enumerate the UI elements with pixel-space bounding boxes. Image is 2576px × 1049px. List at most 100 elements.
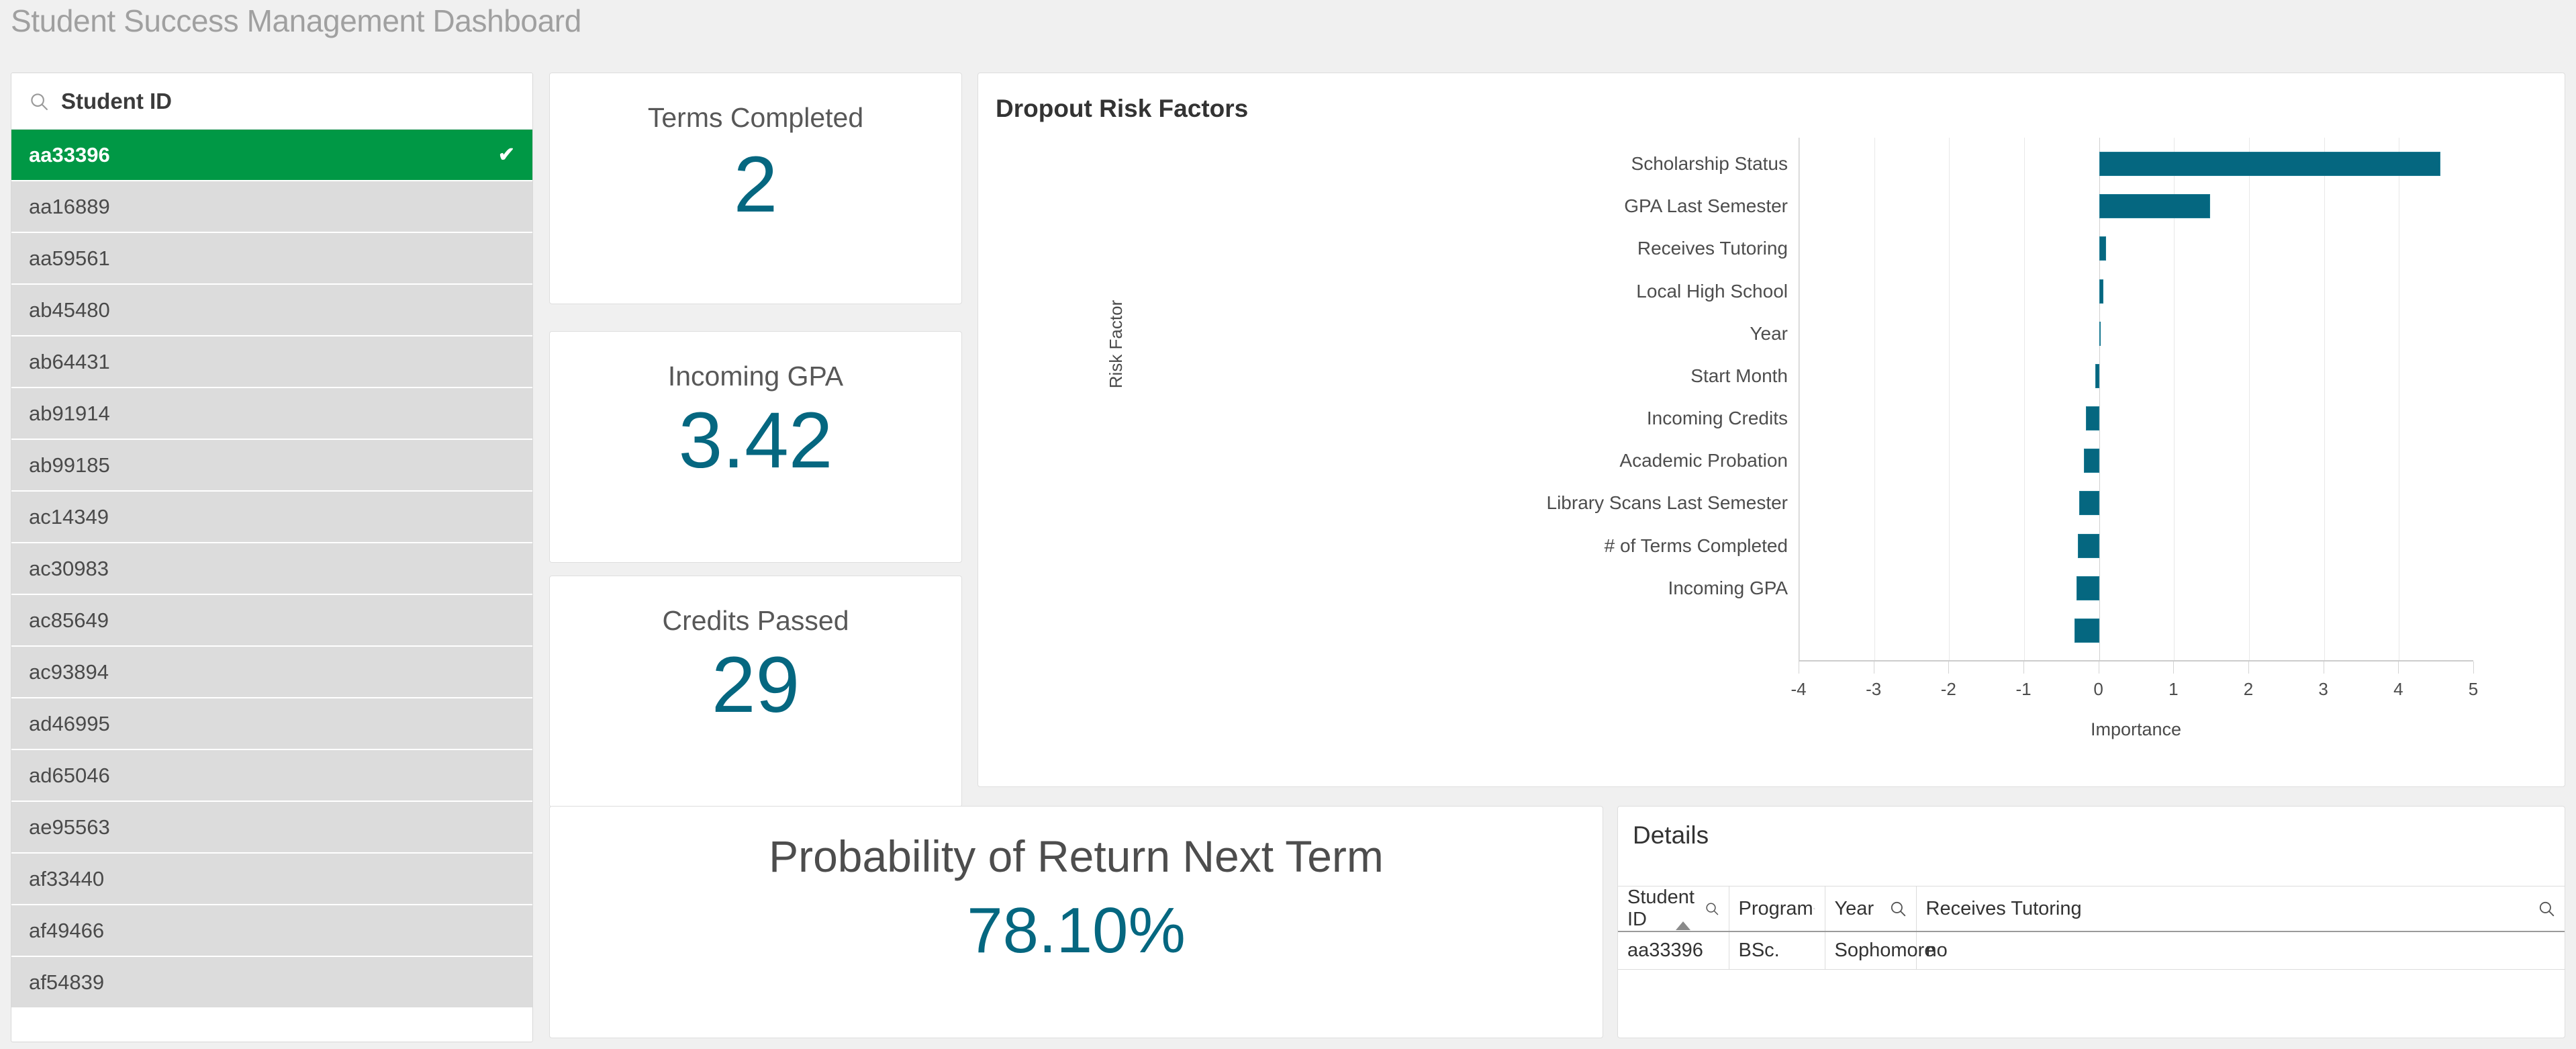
chart-bar bbox=[2099, 194, 2210, 219]
student-list[interactable]: aa33396 ✔ aa16889 aa59561 ab45480 ab64431 ab91… bbox=[11, 130, 532, 1009]
chart-gridline bbox=[2324, 138, 2325, 660]
details-table: Student ID Program Year Receives Tutoring a… bbox=[1618, 886, 2565, 970]
kpi-title: Probability of Return Next Term bbox=[769, 831, 1384, 881]
chart-gridline bbox=[2024, 138, 2025, 660]
student-id-label: ae95563 bbox=[29, 815, 110, 839]
sort-ascending-icon bbox=[1676, 921, 1690, 930]
student-id-label: ab45480 bbox=[29, 298, 110, 322]
student-id-label: ac14349 bbox=[29, 504, 109, 529]
column-header-label: Receives Tutoring bbox=[1925, 897, 2082, 919]
column-header-label: Year bbox=[1834, 897, 1874, 919]
chart-x-tick-label: -3 bbox=[1866, 679, 1882, 699]
kpi-title: Credits Passed bbox=[662, 605, 849, 636]
table-column-header[interactable]: Receives Tutoring bbox=[1916, 886, 2565, 932]
list-item[interactable]: ac14349 bbox=[11, 492, 532, 543]
list-item[interactable]: ac93894 bbox=[11, 647, 532, 698]
list-item[interactable]: ab45480 bbox=[11, 285, 532, 336]
kpi-card-probability-of-return: Probability of Return Next Term 78.10% bbox=[549, 806, 1603, 1038]
chart-y-tick-label: Incoming GPA bbox=[1668, 577, 1788, 598]
list-item[interactable]: ab91914 bbox=[11, 388, 532, 440]
kpi-title: Terms Completed bbox=[647, 102, 864, 133]
chart-y-tick-label: Library Scans Last Semester bbox=[1546, 492, 1788, 514]
chart-bar bbox=[2099, 321, 2101, 346]
search-icon[interactable] bbox=[1813, 900, 1815, 917]
chart-y-tick-label: Academic Probation bbox=[1619, 450, 1788, 471]
table-column-header[interactable]: Student ID bbox=[1618, 886, 1729, 932]
student-id-label: ac85649 bbox=[29, 608, 109, 632]
kpi-card-credits-passed: Credits Passed 29 bbox=[549, 576, 962, 807]
chart-x-tick-label: 4 bbox=[2393, 679, 2403, 699]
chart-x-tick-mark bbox=[2398, 662, 2399, 674]
student-id-label: aa33396 bbox=[29, 142, 110, 167]
chart-x-tick-label: 3 bbox=[2318, 679, 2328, 699]
list-item[interactable]: aa33396 ✔ bbox=[11, 130, 532, 181]
chart-y-tick-label: Year bbox=[1750, 322, 1788, 344]
table-cell-program: BSc. bbox=[1729, 931, 1825, 970]
list-item[interactable]: af33440 bbox=[11, 854, 532, 905]
chart-y-tick-label: GPA Last Semester bbox=[1624, 195, 1788, 217]
student-id-label: af49466 bbox=[29, 918, 105, 942]
chart-gridline bbox=[2249, 138, 2250, 660]
kpi-value: 29 bbox=[711, 641, 800, 730]
list-item[interactable]: ad46995 bbox=[11, 698, 532, 750]
table-row[interactable]: aa33396 BSc. Sophomore no bbox=[1618, 931, 2565, 970]
chart-y-tick-label: Start Month bbox=[1690, 365, 1788, 386]
chart-x-tick-label: -4 bbox=[1791, 679, 1807, 699]
chart-y-tick-labels: Scholarship Status GPA Last Semester Recei… bbox=[1086, 138, 1797, 662]
chart-bar bbox=[2099, 152, 2440, 177]
student-id-label: ab64431 bbox=[29, 349, 110, 373]
search-input[interactable]: Student ID bbox=[11, 73, 532, 130]
list-item[interactable]: ac30983 bbox=[11, 543, 532, 595]
details-title: Details bbox=[1633, 821, 1709, 849]
chart-bar bbox=[2078, 533, 2099, 558]
chart-y-tick-label: Incoming Credits bbox=[1646, 408, 1788, 429]
check-icon: ✔ bbox=[497, 143, 515, 166]
student-id-label: ac30983 bbox=[29, 556, 109, 580]
chart-y-tick-label: # of Terms Completed bbox=[1604, 535, 1788, 556]
chart-bar bbox=[2074, 618, 2099, 643]
list-item[interactable]: ad65046 bbox=[11, 750, 532, 802]
list-item[interactable]: ab64431 bbox=[11, 336, 532, 388]
list-item[interactable]: ac85649 bbox=[11, 595, 532, 647]
chart-x-tick-mark bbox=[2023, 662, 2024, 674]
chart-y-tick-label: Receives Tutoring bbox=[1637, 238, 1788, 259]
column-header-label: Program bbox=[1738, 897, 1813, 919]
table-cell-receives-tutoring: no bbox=[1916, 931, 2565, 970]
kpi-card-terms-completed: Terms Completed 2 bbox=[549, 73, 962, 304]
student-id-label: af33440 bbox=[29, 866, 105, 891]
chart-plot-area bbox=[1799, 138, 2473, 662]
search-icon bbox=[31, 93, 48, 110]
list-item[interactable]: ab99185 bbox=[11, 440, 532, 492]
kpi-value: 3.42 bbox=[678, 396, 833, 486]
chart-x-tick-label: -2 bbox=[1940, 679, 1956, 699]
chart-x-tick-mark bbox=[2173, 662, 2175, 674]
student-id-label: af54839 bbox=[29, 970, 105, 994]
search-icon[interactable] bbox=[1889, 900, 1907, 917]
table-column-header[interactable]: Year bbox=[1825, 886, 1917, 932]
chart-x-tick-label: 2 bbox=[2243, 679, 2254, 699]
chart-x-axis-label: Importance bbox=[2090, 719, 2182, 739]
chart-gridline bbox=[1799, 138, 1800, 660]
list-item[interactable]: af49466 bbox=[11, 905, 532, 957]
search-icon[interactable] bbox=[2538, 900, 2555, 917]
search-icon[interactable] bbox=[1705, 900, 1719, 917]
student-id-label: aa16889 bbox=[29, 194, 110, 218]
student-id-label: ad65046 bbox=[29, 763, 110, 787]
search-placeholder-text: Student ID bbox=[61, 88, 172, 113]
kpi-value: 78.10% bbox=[967, 894, 1186, 966]
table-header-row: Student ID Program Year Receives Tutoring bbox=[1618, 886, 2565, 932]
list-item[interactable]: aa16889 bbox=[11, 181, 532, 233]
table-column-header[interactable]: Program bbox=[1729, 886, 1825, 932]
page-title: Student Success Management Dashboard bbox=[11, 3, 581, 38]
chart-gridline bbox=[1949, 138, 1950, 660]
student-id-label: aa59561 bbox=[29, 246, 110, 270]
chart-bar bbox=[2085, 406, 2099, 431]
student-filter-pane: Student ID aa33396 ✔ aa16889 aa59561 ab45480… bbox=[11, 73, 533, 1042]
chart-bar bbox=[2095, 363, 2099, 388]
chart-y-tick-label: Local High School bbox=[1636, 280, 1788, 302]
list-item[interactable]: ae95563 bbox=[11, 802, 532, 854]
table-cell-year: Sophomore bbox=[1825, 931, 1935, 970]
list-item[interactable]: af54839 bbox=[11, 957, 532, 1009]
list-item[interactable]: aa59561 bbox=[11, 233, 532, 285]
chart-x-tick-label: 5 bbox=[2468, 679, 2479, 699]
